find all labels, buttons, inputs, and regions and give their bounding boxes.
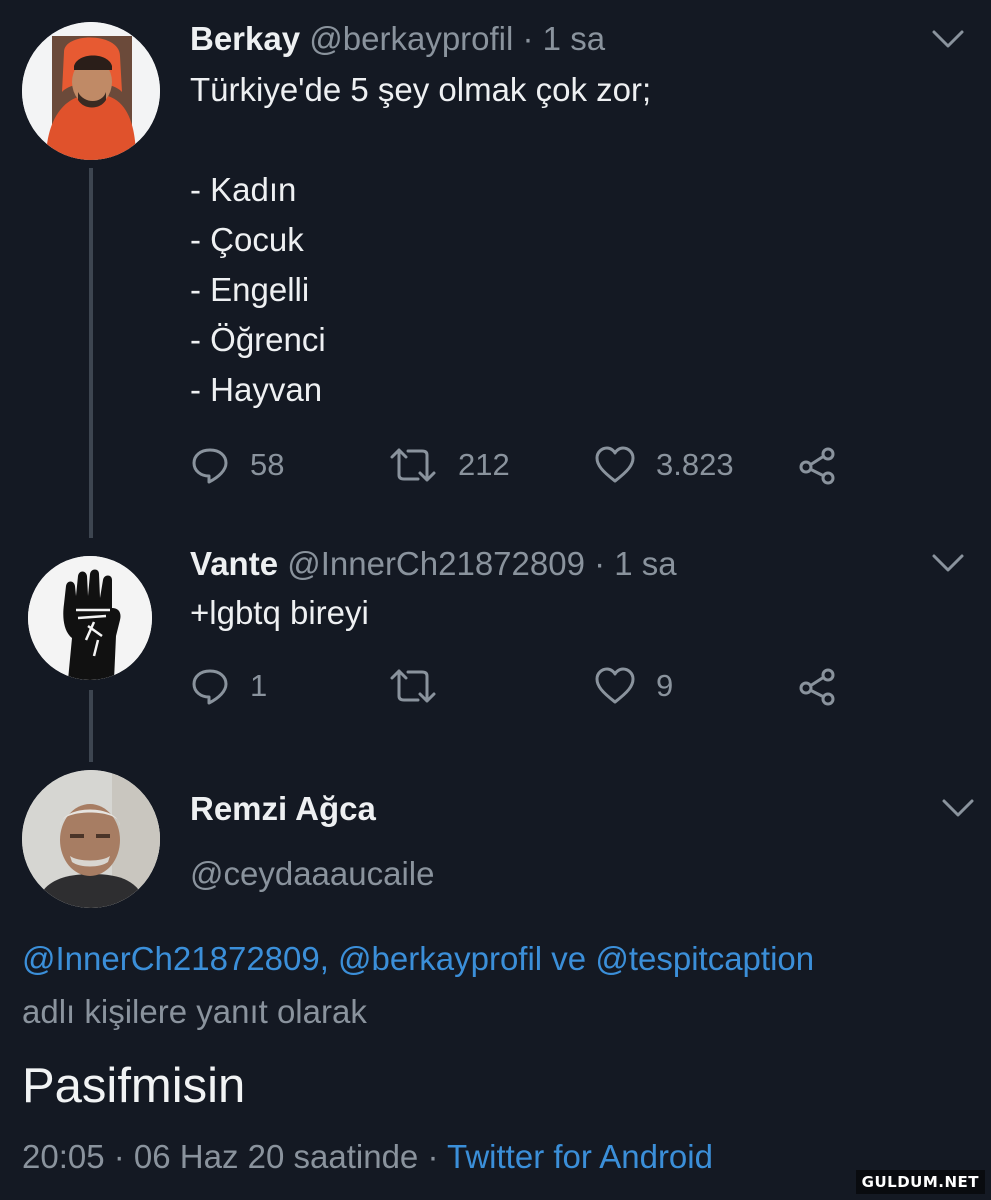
- chevron-down-icon[interactable]: [928, 24, 968, 54]
- reply-button[interactable]: 58: [190, 445, 284, 485]
- user-handle[interactable]: @InnerCh21872809: [287, 545, 585, 582]
- reply-icon: [190, 666, 230, 706]
- chevron-down-icon[interactable]: [938, 793, 978, 823]
- reply-button[interactable]: 1: [190, 666, 267, 706]
- tweet-text: +lgbtq bireyi: [190, 594, 369, 631]
- tweet-header: Vante @InnerCh21872809 · 1 sa: [190, 545, 677, 583]
- tweet-meta: 20:05 · 06 Haz 20 saatinde · Twitter for…: [22, 1138, 713, 1176]
- avatar-image: [22, 770, 160, 908]
- share-icon: [797, 666, 839, 708]
- retweet-button[interactable]: 212: [388, 445, 510, 485]
- tweet-source-link[interactable]: Twitter for Android: [447, 1138, 713, 1175]
- display-name[interactable]: Berkay: [190, 20, 300, 57]
- watermark: GULDUM.NET: [855, 1170, 985, 1194]
- share-button[interactable]: [797, 445, 839, 487]
- user-handle[interactable]: @ceydaaaucaile: [190, 855, 435, 893]
- display-name[interactable]: Vante: [190, 545, 278, 582]
- tweet-text-line: Türkiye'de 5 şey olmak çok zor;: [190, 71, 652, 108]
- like-button[interactable]: 3.823: [594, 445, 734, 485]
- tweet-text-line: [190, 115, 651, 165]
- like-count: 9: [656, 668, 674, 703]
- retweet-icon: [388, 445, 438, 485]
- main-tweet-text: Pasifmisin: [22, 1059, 246, 1113]
- reply-mentions[interactable]: @InnerCh21872809, @berkayprofil ve @tesp…: [22, 940, 814, 978]
- reply-count: 58: [250, 447, 285, 482]
- avatar[interactable]: [22, 22, 160, 160]
- tweet-text-line: - Hayvan: [190, 371, 323, 408]
- reply-count: 1: [250, 668, 268, 703]
- share-button[interactable]: [797, 666, 839, 708]
- tweet-time: · 1 sa: [522, 20, 606, 57]
- tweet-timestamp: 20:05 · 06 Haz 20 saatinde ·: [22, 1138, 439, 1175]
- tweet-text-line: - Engelli: [190, 271, 310, 308]
- like-icon: [594, 666, 636, 706]
- user-handle[interactable]: @berkayprofil: [309, 20, 513, 57]
- avatar[interactable]: [22, 770, 160, 908]
- tweet-time: · 1 sa: [594, 545, 677, 582]
- retweet-icon: [388, 666, 438, 706]
- avatar[interactable]: [28, 556, 152, 680]
- share-icon: [797, 445, 839, 487]
- like-count: 3.823: [656, 447, 734, 482]
- thread-connector: [89, 690, 93, 762]
- avatar-image: [22, 22, 160, 160]
- tweet-text-line: - Öğrenci: [190, 321, 326, 358]
- display-name[interactable]: Remzi Ağca: [190, 790, 376, 828]
- like-icon: [594, 445, 636, 485]
- reply-context: adlı kişilere yanıt olarak: [22, 993, 367, 1030]
- retweet-button[interactable]: [388, 666, 458, 706]
- chevron-down-icon[interactable]: [928, 548, 968, 578]
- reply-icon: [190, 445, 230, 485]
- tweet-text-line: - Çocuk: [190, 221, 304, 258]
- tweet-text-line: - Kadın: [190, 171, 297, 208]
- tweet-header: Berkay @berkayprofil · 1 sa: [190, 20, 605, 58]
- tweet-text: Türkiye'de 5 şey olmak çok zor; - Kadın - …: [190, 65, 651, 415]
- thread-connector: [89, 168, 93, 538]
- avatar-image: [28, 556, 152, 680]
- retweet-count: 212: [458, 447, 510, 482]
- like-button[interactable]: 9: [594, 666, 673, 706]
